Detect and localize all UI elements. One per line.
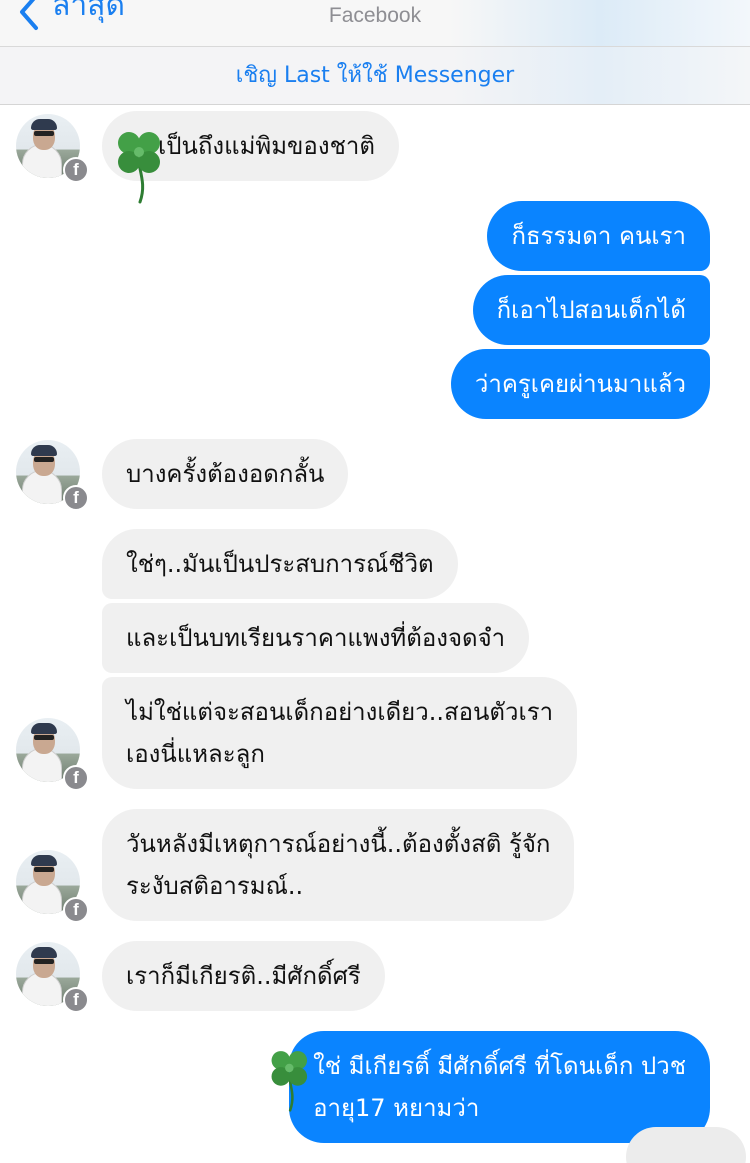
- facebook-badge-icon: f: [63, 987, 89, 1013]
- message-bubble-incoming[interactable]: เราก็มีเกียรติ..มีศักดิ์ศรี: [102, 941, 385, 1011]
- message-text: ก็เอาไปสอนเด็กได้: [496, 296, 686, 324]
- message-text: ใช่ๆ..มันเป็นประสบการณ์ชีวิต: [126, 550, 434, 578]
- four-leaf-clover-icon: [118, 132, 160, 204]
- message-text: บางครั้งต้องอดกลั้น: [126, 460, 325, 488]
- message-bubble-outgoing[interactable]: ก็ธรรมดา คนเรา: [487, 201, 710, 271]
- message-text-line: ระงับสติอารมณ์..: [126, 872, 304, 900]
- message-text: ก็ธรรมดา คนเรา: [511, 222, 686, 250]
- message-bubble-incoming[interactable]: บางครั้งต้องอดกลั้น: [102, 439, 349, 509]
- message-text-line: ใช่ มีเกียรติ์ มีศักดิ์ศรี ที่โดนเด็ก ปว…: [313, 1052, 686, 1080]
- message-text-line: อายุ17 หยามว่า: [313, 1094, 480, 1122]
- message-text-line: เองนี่แหละลูก: [126, 740, 265, 768]
- nav-bar: ล่าสุด Facebook: [0, 0, 750, 47]
- message-text: เราก็มีเกียรติ..มีศักดิ์ศรี: [126, 962, 361, 990]
- partial-bubble: [626, 1127, 746, 1163]
- facebook-badge-icon: f: [63, 897, 89, 923]
- message-text: เป็นถึงแม่พิมของชาติ: [158, 132, 375, 160]
- message-text: ว่าครูเคยผ่านมาแล้ว: [474, 370, 686, 398]
- message-bubble-outgoing[interactable]: ก็เอาไปสอนเด็กได้: [472, 275, 710, 345]
- invite-banner[interactable]: เชิญ Last ให้ใช้ Messenger: [0, 47, 750, 105]
- facebook-badge-icon: f: [63, 765, 89, 791]
- message-text-line: ไม่ใช่แต่จะสอนเด็กอย่างเดียว..สอนตัวเรา: [126, 698, 554, 726]
- facebook-badge-icon: f: [63, 485, 89, 511]
- message-bubble-outgoing[interactable]: ใช่ มีเกียรติ์ มีศักดิ์ศรี ที่โดนเด็ก ปว…: [289, 1031, 710, 1143]
- four-leaf-clover-icon: [271, 1051, 308, 1112]
- facebook-badge-icon: f: [63, 157, 89, 183]
- message-text-line: วันหลังมีเหตุการณ์อย่างนี้..ต้องตั้งสติ …: [126, 830, 551, 858]
- message-bubble-incoming[interactable]: และเป็นบทเรียนราคาแพงที่ต้องจดจำ: [102, 603, 530, 673]
- message-bubble-incoming[interactable]: ใช่ๆ..มันเป็นประสบการณ์ชีวิต: [102, 529, 458, 599]
- page-title: Facebook: [328, 4, 422, 27]
- message-bubble-outgoing[interactable]: ว่าครูเคยผ่านมาแล้ว: [450, 349, 710, 419]
- message-bubble-incoming[interactable]: ไม่ใช่แต่จะสอนเด็กอย่างเดียว..สอนตัวเรา …: [102, 677, 578, 789]
- message-bubble-incoming[interactable]: วันหลังมีเหตุการณ์อย่างนี้..ต้องตั้งสติ …: [102, 809, 575, 921]
- message-text: และเป็นบทเรียนราคาแพงที่ต้องจดจำ: [126, 624, 506, 652]
